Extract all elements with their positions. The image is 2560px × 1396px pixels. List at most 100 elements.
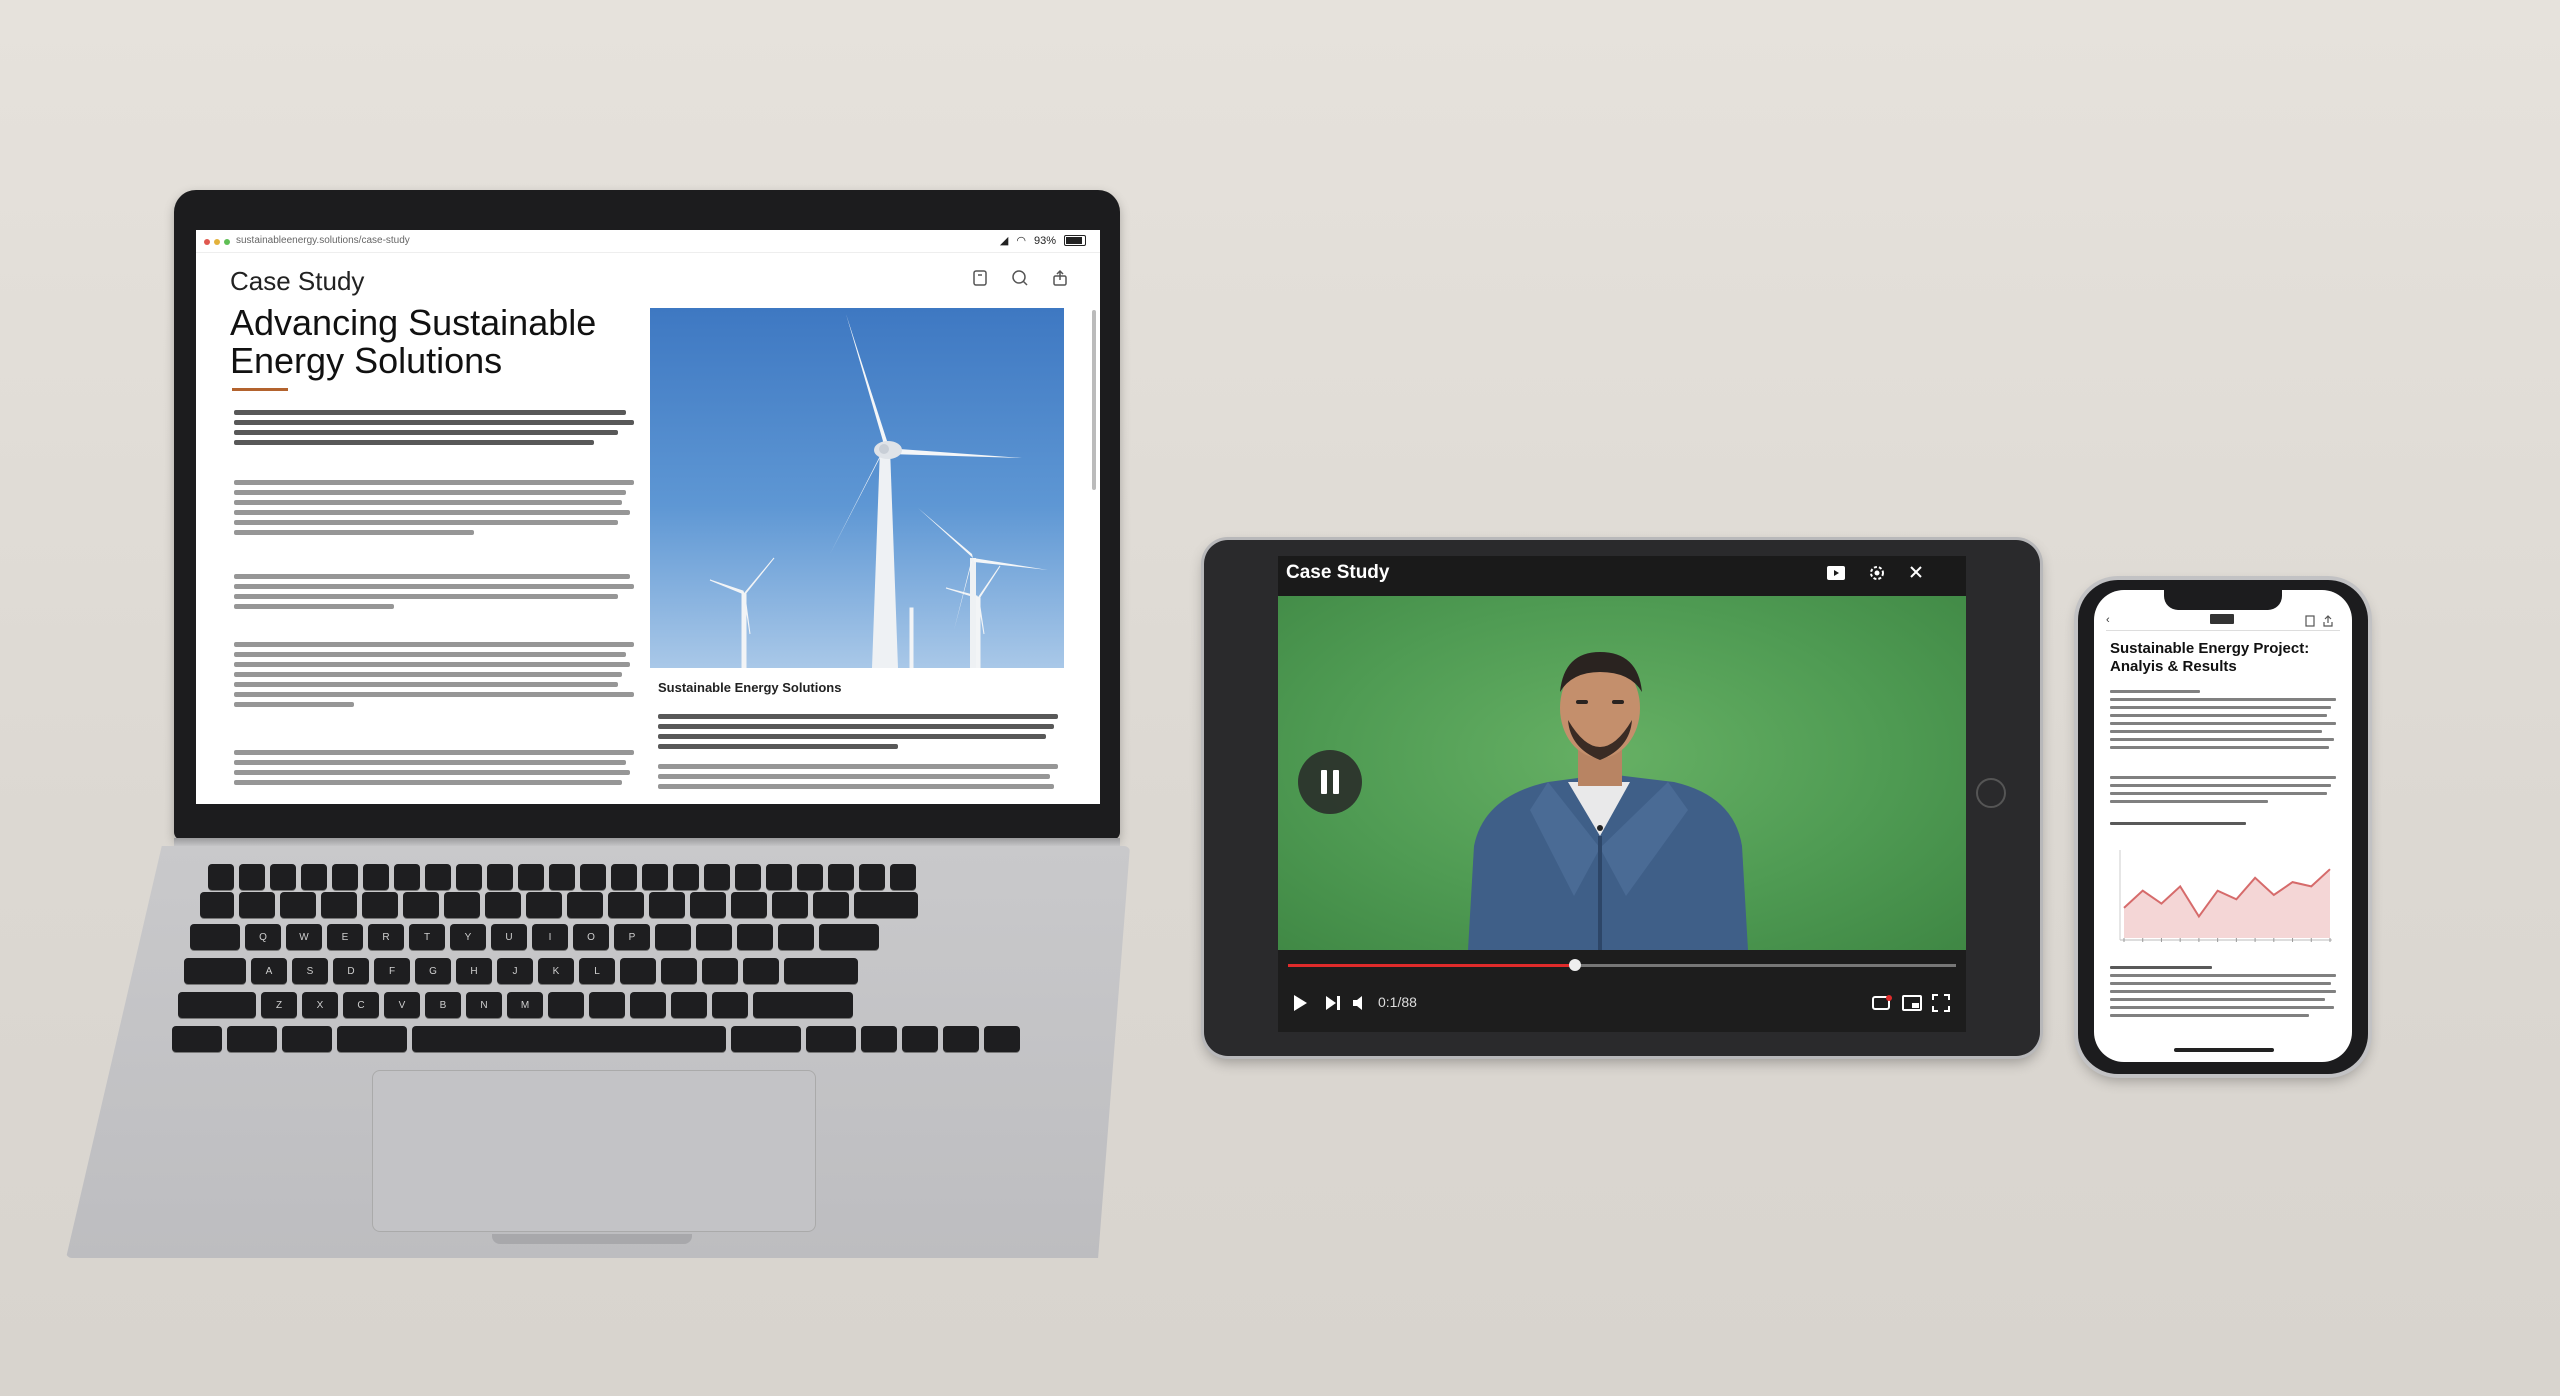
key[interactable]: L [579, 958, 615, 984]
key[interactable]: Q [245, 924, 281, 950]
settings-icon[interactable] [1868, 564, 1886, 587]
key[interactable] [548, 992, 584, 1018]
share-icon[interactable] [1050, 268, 1070, 288]
key[interactable]: F [374, 958, 410, 984]
key[interactable] [731, 892, 767, 918]
key[interactable] [227, 1026, 277, 1052]
key[interactable] [567, 892, 603, 918]
key[interactable] [649, 892, 685, 918]
key[interactable] [190, 924, 240, 950]
key[interactable]: Z [261, 992, 297, 1018]
key[interactable] [444, 892, 480, 918]
key[interactable] [784, 958, 858, 984]
key[interactable] [704, 864, 730, 890]
key[interactable]: C [343, 992, 379, 1018]
key[interactable]: R [368, 924, 404, 950]
key[interactable] [425, 864, 451, 890]
key[interactable] [270, 864, 296, 890]
key[interactable]: P [614, 924, 650, 950]
key[interactable] [737, 924, 773, 950]
miniplayer-icon[interactable] [1902, 994, 1922, 1017]
video-frame[interactable] [1278, 596, 1966, 950]
key[interactable] [696, 924, 732, 950]
key[interactable] [712, 992, 748, 1018]
key[interactable] [332, 864, 358, 890]
key[interactable] [819, 924, 879, 950]
key[interactable] [743, 958, 779, 984]
key[interactable] [854, 892, 918, 918]
key[interactable] [280, 892, 316, 918]
address-text[interactable]: sustainableenergy.solutions/case-study [236, 235, 410, 246]
trackpad[interactable] [372, 1070, 816, 1232]
key[interactable]: I [532, 924, 568, 950]
key[interactable] [549, 864, 575, 890]
key[interactable] [690, 892, 726, 918]
play-icon[interactable] [1292, 994, 1308, 1017]
key[interactable] [943, 1026, 979, 1052]
key[interactable] [735, 864, 761, 890]
key[interactable] [200, 892, 234, 918]
key[interactable]: D [333, 958, 369, 984]
key[interactable] [526, 892, 562, 918]
key[interactable] [580, 864, 606, 890]
key[interactable]: Y [450, 924, 486, 950]
keyboard[interactable]: QWERTYUIOP ASDFGHJKL ZXCVBNM [168, 858, 1086, 1068]
key[interactable] [806, 1026, 856, 1052]
key[interactable] [655, 924, 691, 950]
key[interactable] [362, 892, 398, 918]
key[interactable]: A [251, 958, 287, 984]
key[interactable] [731, 1026, 801, 1052]
key[interactable]: G [415, 958, 451, 984]
key[interactable] [394, 864, 420, 890]
key[interactable] [172, 1026, 222, 1052]
subtitles-icon[interactable] [1872, 994, 1892, 1017]
key[interactable] [861, 1026, 897, 1052]
key[interactable]: O [573, 924, 609, 950]
key[interactable] [611, 864, 637, 890]
key[interactable] [184, 958, 246, 984]
key[interactable]: U [491, 924, 527, 950]
key[interactable] [620, 958, 656, 984]
key[interactable] [984, 1026, 1020, 1052]
key[interactable] [828, 864, 854, 890]
page-scrollbar[interactable] [1092, 310, 1096, 490]
key[interactable] [456, 864, 482, 890]
key[interactable] [778, 924, 814, 950]
key[interactable] [301, 864, 327, 890]
key[interactable] [403, 892, 439, 918]
bookmark-icon[interactable] [970, 268, 990, 288]
key[interactable] [813, 892, 849, 918]
back-icon[interactable]: ‹ [2106, 614, 2110, 626]
next-icon[interactable] [1324, 994, 1342, 1017]
key[interactable]: E [327, 924, 363, 950]
fullscreen-icon[interactable] [1932, 994, 1950, 1017]
progress-knob[interactable] [1569, 959, 1582, 971]
progress-bar[interactable] [1288, 959, 1956, 971]
key[interactable] [608, 892, 644, 918]
key[interactable] [485, 892, 521, 918]
key[interactable] [673, 864, 699, 890]
key[interactable] [178, 992, 256, 1018]
key[interactable] [282, 1026, 332, 1052]
key[interactable]: T [409, 924, 445, 950]
key[interactable] [766, 864, 792, 890]
key[interactable] [630, 992, 666, 1018]
key[interactable] [859, 864, 885, 890]
pause-button[interactable] [1298, 750, 1362, 814]
close-icon[interactable] [1908, 564, 1924, 587]
key[interactable] [321, 892, 357, 918]
key[interactable] [239, 864, 265, 890]
key[interactable] [702, 958, 738, 984]
key[interactable] [337, 1026, 407, 1052]
cast-icon[interactable] [1826, 564, 1846, 587]
key[interactable]: B [425, 992, 461, 1018]
key[interactable]: N [466, 992, 502, 1018]
key[interactable] [518, 864, 544, 890]
key[interactable] [890, 864, 916, 890]
key[interactable]: S [292, 958, 328, 984]
search-icon[interactable] [1010, 268, 1030, 288]
key[interactable] [753, 992, 853, 1018]
home-indicator[interactable] [2174, 1048, 2274, 1052]
key[interactable]: H [456, 958, 492, 984]
key[interactable] [239, 892, 275, 918]
